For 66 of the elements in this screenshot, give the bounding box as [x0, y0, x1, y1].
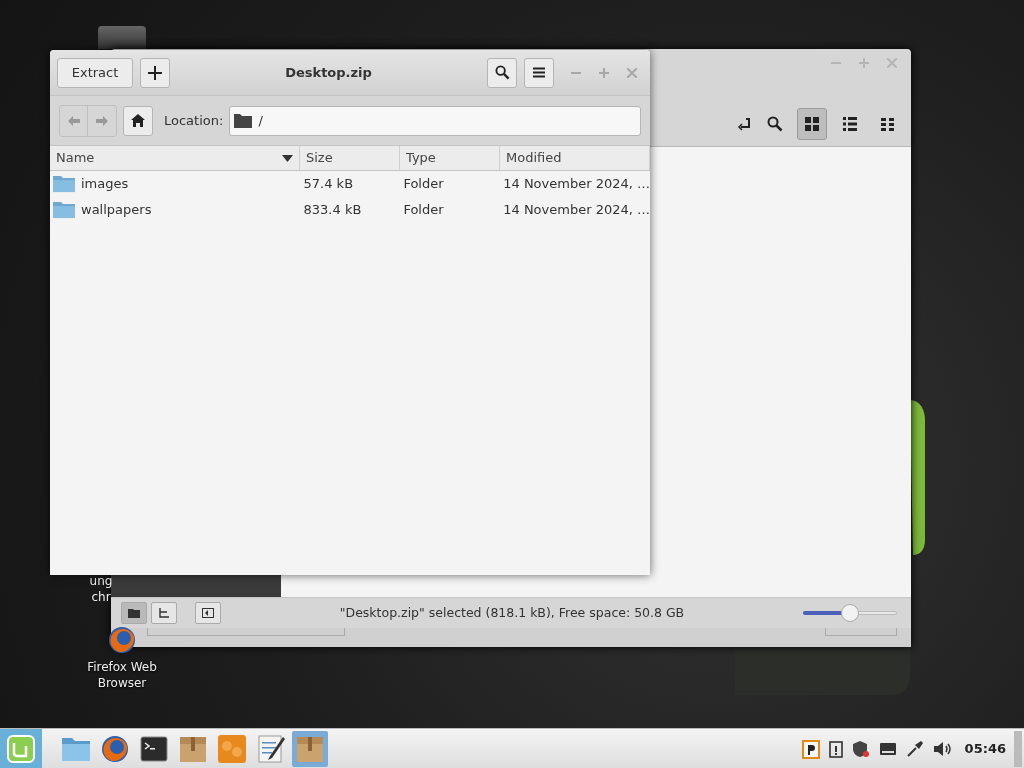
extract-button[interactable]: Extract — [57, 57, 133, 88]
slider-thumb[interactable] — [841, 604, 859, 622]
scrollbar[interactable] — [147, 628, 345, 636]
search-icon[interactable] — [767, 116, 783, 132]
file-modified: 14 November 2024, … — [502, 175, 650, 194]
plug-icon[interactable] — [905, 739, 924, 758]
search-button[interactable] — [487, 57, 517, 88]
file-type: Folder — [402, 201, 445, 220]
file-row[interactable]: images 57.4 kB Folder 14 November 2024, … — [50, 171, 650, 197]
column-header[interactable]: Name — [50, 146, 300, 170]
back-arrow-icon — [67, 115, 80, 126]
add-button[interactable] — [140, 57, 170, 88]
file-name: images — [81, 175, 129, 194]
places-button[interactable] — [121, 602, 147, 624]
list-view-icon — [843, 117, 857, 131]
folder-icon — [128, 608, 140, 618]
location-field[interactable]: / — [229, 105, 641, 136]
shield-icon[interactable] — [851, 739, 870, 758]
column-header[interactable]: Size — [300, 146, 400, 170]
search-icon — [494, 65, 510, 80]
file-size: 833.4 kB — [302, 201, 363, 220]
grid-view-icon — [805, 117, 819, 131]
folder-icon — [52, 174, 76, 194]
menu-icon — [533, 67, 545, 78]
mint-logo — [7, 734, 35, 763]
desktop-icon-label[interactable]: ung chr — [89, 573, 113, 605]
tree-icon — [158, 608, 170, 618]
file-type: Folder — [402, 175, 445, 194]
grid-view-button[interactable] — [797, 108, 827, 140]
sidebar-icon — [202, 608, 214, 618]
location-label: Location: — [164, 111, 224, 130]
sidebar-toggle-button[interactable] — [195, 602, 221, 624]
clipboard-icon[interactable] — [828, 739, 843, 758]
file-size: 57.4 kB — [302, 175, 355, 194]
file-row[interactable]: wallpapers 833.4 kB Folder 14 November 2024, … — [50, 197, 650, 223]
folder-icon — [234, 113, 253, 128]
globe-fox-icon — [107, 625, 137, 655]
home-icon — [131, 114, 145, 127]
menu-button[interactable] — [524, 57, 554, 88]
panel-handle[interactable] — [1014, 730, 1022, 767]
globe-fox-icon — [100, 733, 130, 764]
plus-icon — [148, 65, 162, 80]
keyboard-icon[interactable] — [878, 741, 897, 756]
zoom-slider[interactable] — [803, 604, 897, 622]
terminal-icon — [140, 735, 168, 762]
compact-view-icon — [881, 117, 895, 131]
clock[interactable]: 05:46 — [964, 738, 1006, 759]
desktop-icon-label[interactable]: Firefox Web Browser — [87, 659, 157, 691]
return-arrow-icon[interactable] — [737, 118, 751, 132]
column-header[interactable]: Modified — [500, 146, 650, 170]
file-modified: 14 November 2024, … — [502, 201, 650, 220]
text-editor-icon — [256, 733, 286, 764]
column-header[interactable]: Type — [400, 146, 500, 170]
window-title: Desktop.zip — [284, 63, 373, 82]
forward-arrow-icon — [96, 115, 108, 126]
clipboard-p-icon[interactable] — [801, 738, 820, 759]
status-text: "Desktop.zip" selected (818.1 kB), Free space: 50.8 GB — [338, 603, 686, 622]
home-button[interactable] — [123, 105, 153, 136]
folder-icon — [61, 735, 91, 762]
desktop-icon[interactable] — [98, 26, 146, 49]
tree-view-button[interactable] — [151, 602, 177, 624]
tiles-icon — [217, 733, 247, 764]
file-name: wallpapers — [81, 201, 152, 220]
folder-icon — [52, 200, 76, 220]
scrollbar[interactable] — [825, 628, 897, 636]
volume-icon[interactable] — [932, 740, 953, 757]
